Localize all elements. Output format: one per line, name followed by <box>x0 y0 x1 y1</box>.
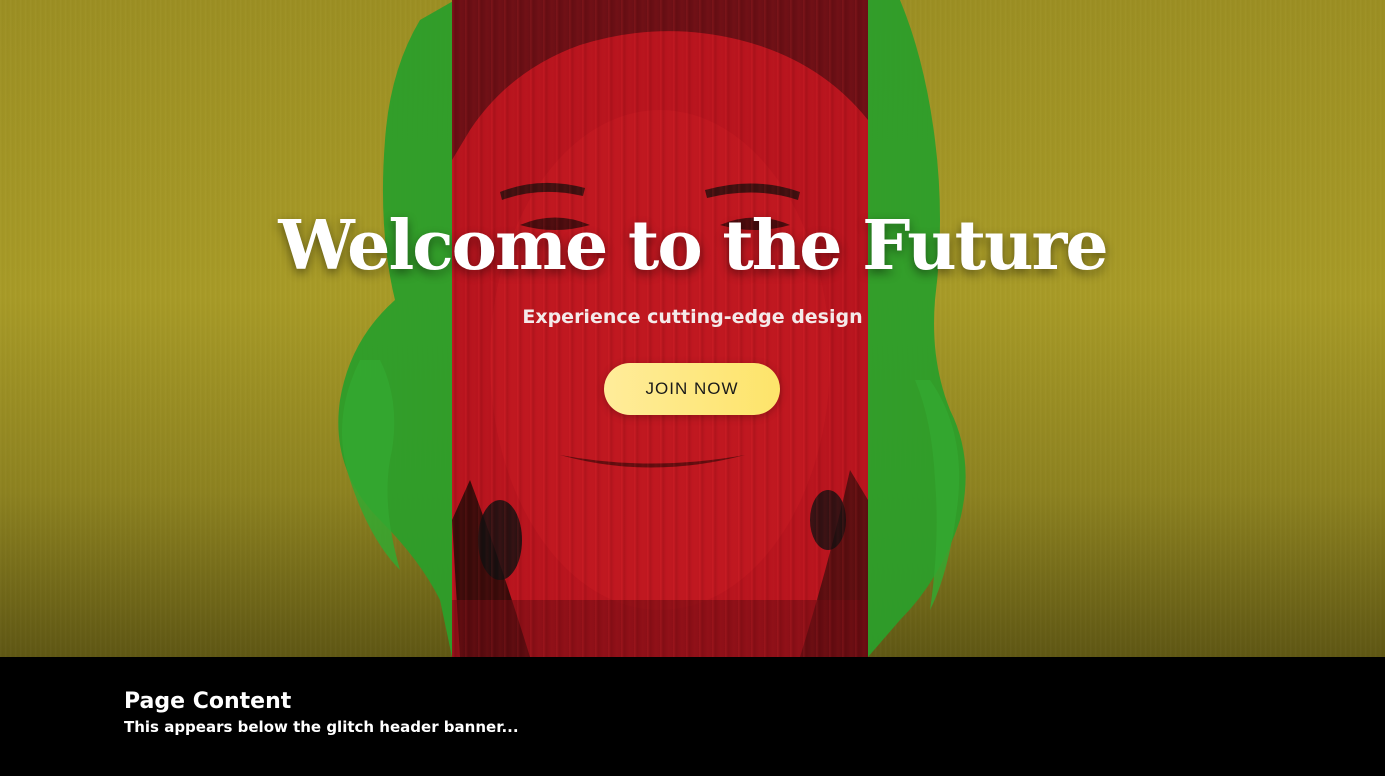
page-content-text: This appears below the glitch header ban… <box>124 718 519 736</box>
page-content-heading: Page Content <box>124 689 292 714</box>
hero-subtitle: Experience cutting-edge design <box>522 306 863 328</box>
hero-title: Welcome to the Future <box>278 206 1108 286</box>
hair-right <box>868 0 966 657</box>
glitch-header-banner: Welcome to the Future Experience cutting… <box>0 0 1385 657</box>
glitch-streaks <box>452 0 868 657</box>
join-now-button[interactable]: JOIN NOW <box>604 363 780 415</box>
page-content-section: Page Content This appears below the glit… <box>0 657 1385 776</box>
